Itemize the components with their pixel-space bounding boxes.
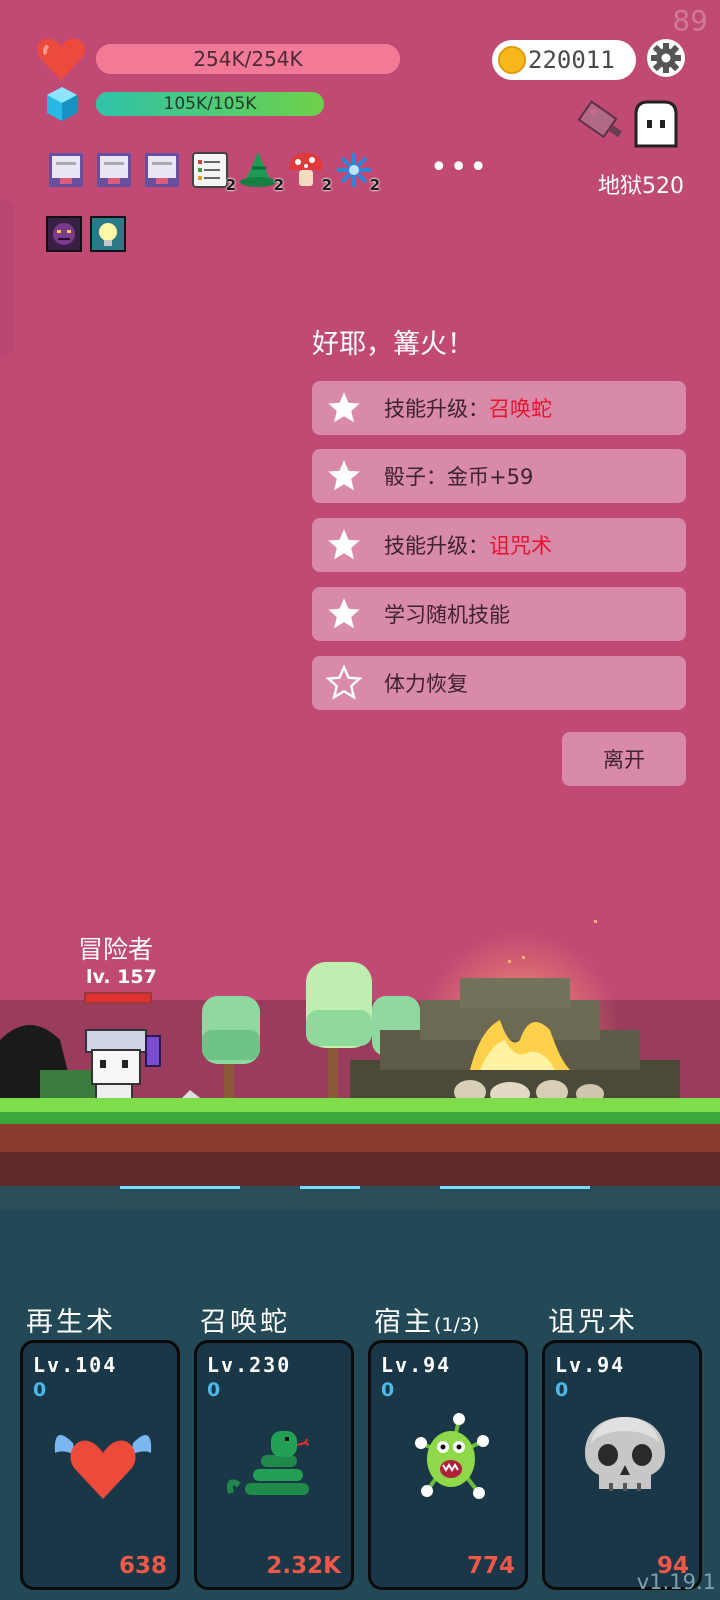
skill-name: 宿主(1/3) (374, 1307, 480, 1338)
choice-restore-stamina[interactable]: 体力恢复 (312, 656, 686, 710)
scroll-icon[interactable] (46, 150, 86, 190)
coin-icon (498, 46, 526, 74)
mushroom-icon[interactable]: 2 (286, 150, 332, 194)
scroll-icon[interactable] (94, 150, 134, 190)
choice-label: 技能升级：诅咒术 (384, 534, 552, 558)
skill-card-curse[interactable]: Lv.94 0 94 (542, 1340, 702, 1590)
skill-cooldown: 0 (207, 1379, 221, 1401)
cleaver-icon[interactable] (574, 98, 626, 144)
skill-name: 诅咒术 (548, 1307, 638, 1338)
skill-cooldown: 0 (33, 1379, 47, 1401)
filled-star-icon (328, 529, 360, 560)
dungeon-floor-label: 地狱520 (598, 174, 684, 199)
choice-upgrade-curse[interactable]: 技能升级：诅咒术 (312, 518, 686, 572)
choice-highlight: 召唤蛇 (489, 397, 552, 421)
wizard-hat-icon[interactable]: 2 (238, 150, 284, 194)
choice-label: 技能升级：召唤蛇 (384, 397, 552, 421)
skill-value: 638 (118, 1553, 167, 1579)
event-title: 好耶，篝火！ (312, 329, 474, 360)
fps-counter: 89 (672, 4, 708, 37)
coin-counter: 220011 (492, 40, 636, 80)
leave-button[interactable]: 离开 (562, 732, 686, 786)
choice-label: 骰子：金币+59 (384, 465, 534, 489)
filled-star-icon (328, 392, 360, 423)
hero-hp-bar (84, 992, 152, 1004)
filled-star-icon (328, 460, 360, 491)
skill-cooldown: 0 (555, 1379, 569, 1401)
choice-upgrade-summon-snake[interactable]: 技能升级：召唤蛇 (312, 381, 686, 435)
snake-icon (227, 1431, 310, 1495)
choice-highlight: 诅咒术 (489, 534, 552, 558)
skill-cooldown: 0 (381, 1379, 395, 1401)
ghost-icon[interactable] (630, 98, 682, 148)
outline-star-icon (326, 665, 362, 700)
hero-level: lv. 157 (86, 966, 157, 988)
choice-dice-gold[interactable]: 骰子：金币+59 (312, 449, 686, 503)
version-label: v1.19.1 (636, 1570, 716, 1594)
germ-monster-icon (415, 1413, 489, 1499)
skill-level: Lv.230 (207, 1353, 292, 1377)
hp-text: 254K/254K (193, 47, 303, 71)
skill-name: 召唤蛇 (200, 1307, 290, 1338)
more-buffs-button[interactable]: ••• (430, 150, 489, 185)
notes-icon[interactable]: 2 (190, 150, 236, 194)
skill-card-summon-snake[interactable]: Lv.230 0 2.32K (194, 1340, 354, 1590)
side-drawer-tab[interactable] (0, 200, 14, 356)
scroll-icon[interactable] (142, 150, 182, 190)
hero-name: 冒险者 (78, 935, 154, 964)
skill-value: 2.32K (266, 1553, 341, 1579)
skill-value: 774 (466, 1553, 515, 1579)
demon-face-icon[interactable] (46, 216, 86, 256)
skill-card-regeneration[interactable]: Lv.104 0 638 (20, 1340, 180, 1590)
skill-card-host[interactable]: Lv.94 0 774 (368, 1340, 528, 1590)
mana-text: 105K/105K (163, 94, 257, 114)
skill-level: Lv.94 (381, 1353, 452, 1377)
coin-value: 220011 (528, 46, 615, 74)
skill-level: Lv.94 (555, 1353, 626, 1377)
skull-icon (585, 1417, 665, 1491)
heart-icon (37, 38, 85, 80)
settings-gear-icon[interactable] (646, 38, 686, 78)
snowflake-icon[interactable]: 2 (334, 150, 380, 194)
skill-level: Lv.104 (33, 1353, 118, 1377)
hp-bar: 254K/254K (96, 44, 400, 74)
lightbulb-icon[interactable] (90, 216, 130, 256)
skill-name: 再生术 (26, 1307, 116, 1338)
choice-learn-random-skill[interactable]: 学习随机技能 (312, 587, 686, 641)
mana-crystal-icon (47, 87, 77, 121)
choice-label: 体力恢复 (384, 672, 468, 696)
winged-heart-icon (54, 1435, 152, 1499)
choice-label: 学习随机技能 (384, 603, 510, 627)
filled-star-icon (328, 598, 360, 629)
mana-bar: 105K/105K (96, 92, 324, 116)
